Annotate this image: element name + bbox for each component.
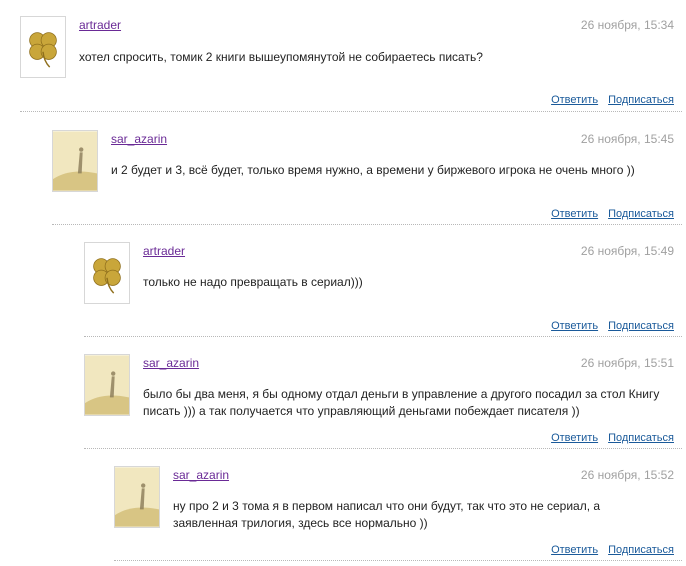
reply-link[interactable]: Ответить xyxy=(551,432,598,444)
subscribe-link[interactable]: Подписаться xyxy=(608,94,674,106)
comment-author-link[interactable]: sar_azarin xyxy=(173,468,229,482)
clover-icon xyxy=(85,243,129,303)
subscribe-link[interactable]: Подписаться xyxy=(608,320,674,332)
avatar[interactable] xyxy=(84,242,130,304)
comment-author-link[interactable]: sar_azarin xyxy=(111,132,167,146)
comment-divider xyxy=(84,336,682,337)
comment-author-link[interactable]: artrader xyxy=(143,244,185,258)
comment-text: ну про 2 и 3 тома я в первом написал что… xyxy=(173,499,601,530)
comment: sar_azarin 26 ноября, 15:52 ну про 2 и 3… xyxy=(114,466,682,561)
comment-date: 26 ноября, 15:52 xyxy=(580,468,674,482)
comment-divider xyxy=(84,448,682,449)
subscribe-link[interactable]: Подписаться xyxy=(608,432,674,444)
comment-author-link[interactable]: artrader xyxy=(79,18,121,32)
avatar[interactable] xyxy=(84,354,130,416)
figure-on-hill-icon xyxy=(115,467,159,527)
reply-link[interactable]: Ответить xyxy=(551,208,598,220)
avatar[interactable] xyxy=(52,130,98,192)
comment-actions: Ответить Подписаться xyxy=(541,94,674,106)
comment-date: 26 ноября, 15:51 xyxy=(580,356,674,370)
comment-date: 26 ноября, 15:49 xyxy=(580,244,674,258)
clover-icon xyxy=(21,17,65,77)
figure-on-hill-icon xyxy=(53,131,97,191)
comment-actions: Ответить Подписаться xyxy=(541,208,674,220)
comment: sar_azarin 26 ноября, 15:51 было бы два … xyxy=(84,354,682,449)
comment: sar_azarin 26 ноября, 15:45 и 2 будет и … xyxy=(52,130,682,225)
subscribe-link[interactable]: Подписаться xyxy=(608,544,674,556)
comment-divider xyxy=(52,224,682,225)
comment-date: 26 ноября, 15:34 xyxy=(580,18,674,32)
avatar[interactable] xyxy=(20,16,66,78)
comment: artrader 26 ноября, 15:34 хотел спросить… xyxy=(20,16,682,112)
comment-actions: Ответить Подписаться xyxy=(541,544,674,556)
comment-text: хотел спросить, томик 2 книги вышеупомян… xyxy=(79,50,483,64)
comment: artrader 26 ноября, 15:49 только не надо… xyxy=(84,242,682,337)
comment-text: было бы два меня, я бы одному отдал день… xyxy=(143,387,660,418)
comment-text: только не надо превращать в сериал))) xyxy=(143,275,363,289)
reply-link[interactable]: Ответить xyxy=(551,320,598,332)
comment-actions: Ответить Подписаться xyxy=(541,432,674,444)
comment-divider xyxy=(114,560,682,561)
reply-link[interactable]: Ответить xyxy=(551,544,598,556)
avatar[interactable] xyxy=(114,466,160,528)
comment-actions: Ответить Подписаться xyxy=(541,320,674,332)
comment-author-link[interactable]: sar_azarin xyxy=(143,356,199,370)
comment-divider xyxy=(20,111,682,112)
comment-text: и 2 будет и 3, всё будет, только время н… xyxy=(111,163,635,177)
comment-date: 26 ноября, 15:45 xyxy=(580,132,674,146)
figure-on-hill-icon xyxy=(85,355,129,415)
reply-link[interactable]: Ответить xyxy=(551,94,598,106)
subscribe-link[interactable]: Подписаться xyxy=(608,208,674,220)
